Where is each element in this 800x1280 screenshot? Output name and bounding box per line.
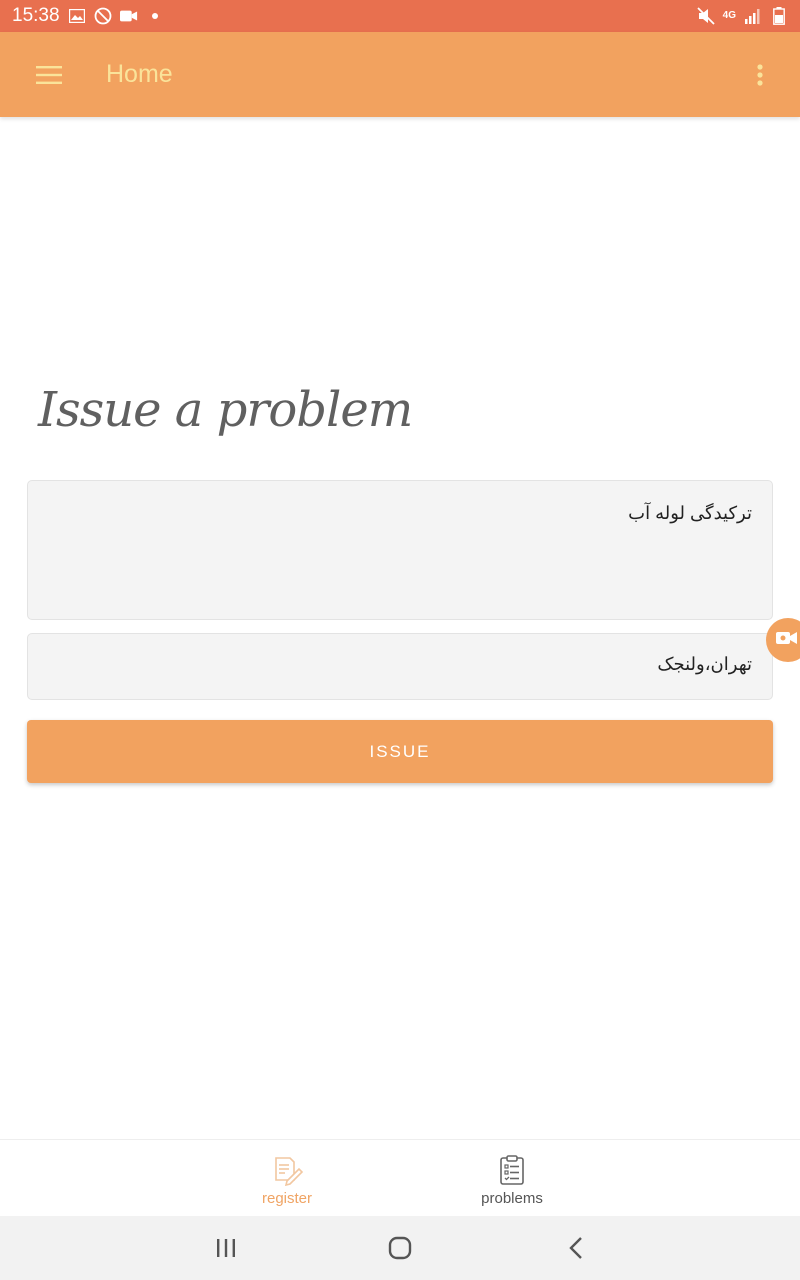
dot-icon (146, 7, 164, 25)
recents-icon[interactable] (206, 1230, 246, 1266)
status-left: 15:38 (12, 5, 164, 27)
home-icon[interactable] (380, 1230, 420, 1266)
system-navigation-bar (0, 1216, 800, 1280)
signal-icon (744, 7, 762, 25)
hamburger-menu-icon[interactable] (28, 54, 70, 96)
screen: 15:38 4G Home Issue a problem ترکیدگی لو… (0, 0, 800, 1280)
page-heading: Issue a problem (38, 382, 413, 438)
status-right: 4G (697, 7, 788, 25)
video-camera-icon (776, 630, 798, 651)
mute-icon (697, 7, 715, 25)
clipboard-list-icon (496, 1154, 528, 1186)
battery-icon (770, 7, 788, 25)
problem-description-field[interactable]: ترکیدگی لوله آب (27, 480, 773, 620)
app-title: Home (106, 60, 173, 88)
nav-item-register[interactable]: register (207, 1140, 367, 1217)
image-icon (68, 7, 86, 25)
edit-document-icon (271, 1154, 304, 1187)
status-time: 15:38 (12, 5, 60, 26)
app-bar: Home (0, 32, 800, 117)
nav-label-register: register (261, 1190, 313, 1207)
nav-label-problems: problems (481, 1190, 543, 1207)
nav-item-problems[interactable]: problems (432, 1140, 592, 1217)
back-icon[interactable] (556, 1230, 596, 1266)
network-label: 4G (722, 10, 736, 21)
bottom-navigation: register problems (0, 1139, 800, 1217)
blocked-icon (94, 7, 112, 25)
location-field[interactable]: تهران،ولنجک (27, 633, 773, 700)
video-record-icon (119, 7, 138, 25)
more-vertical-icon[interactable] (744, 54, 776, 96)
issue-button[interactable]: ISSUE (27, 720, 773, 783)
status-bar: 15:38 4G (0, 0, 800, 32)
